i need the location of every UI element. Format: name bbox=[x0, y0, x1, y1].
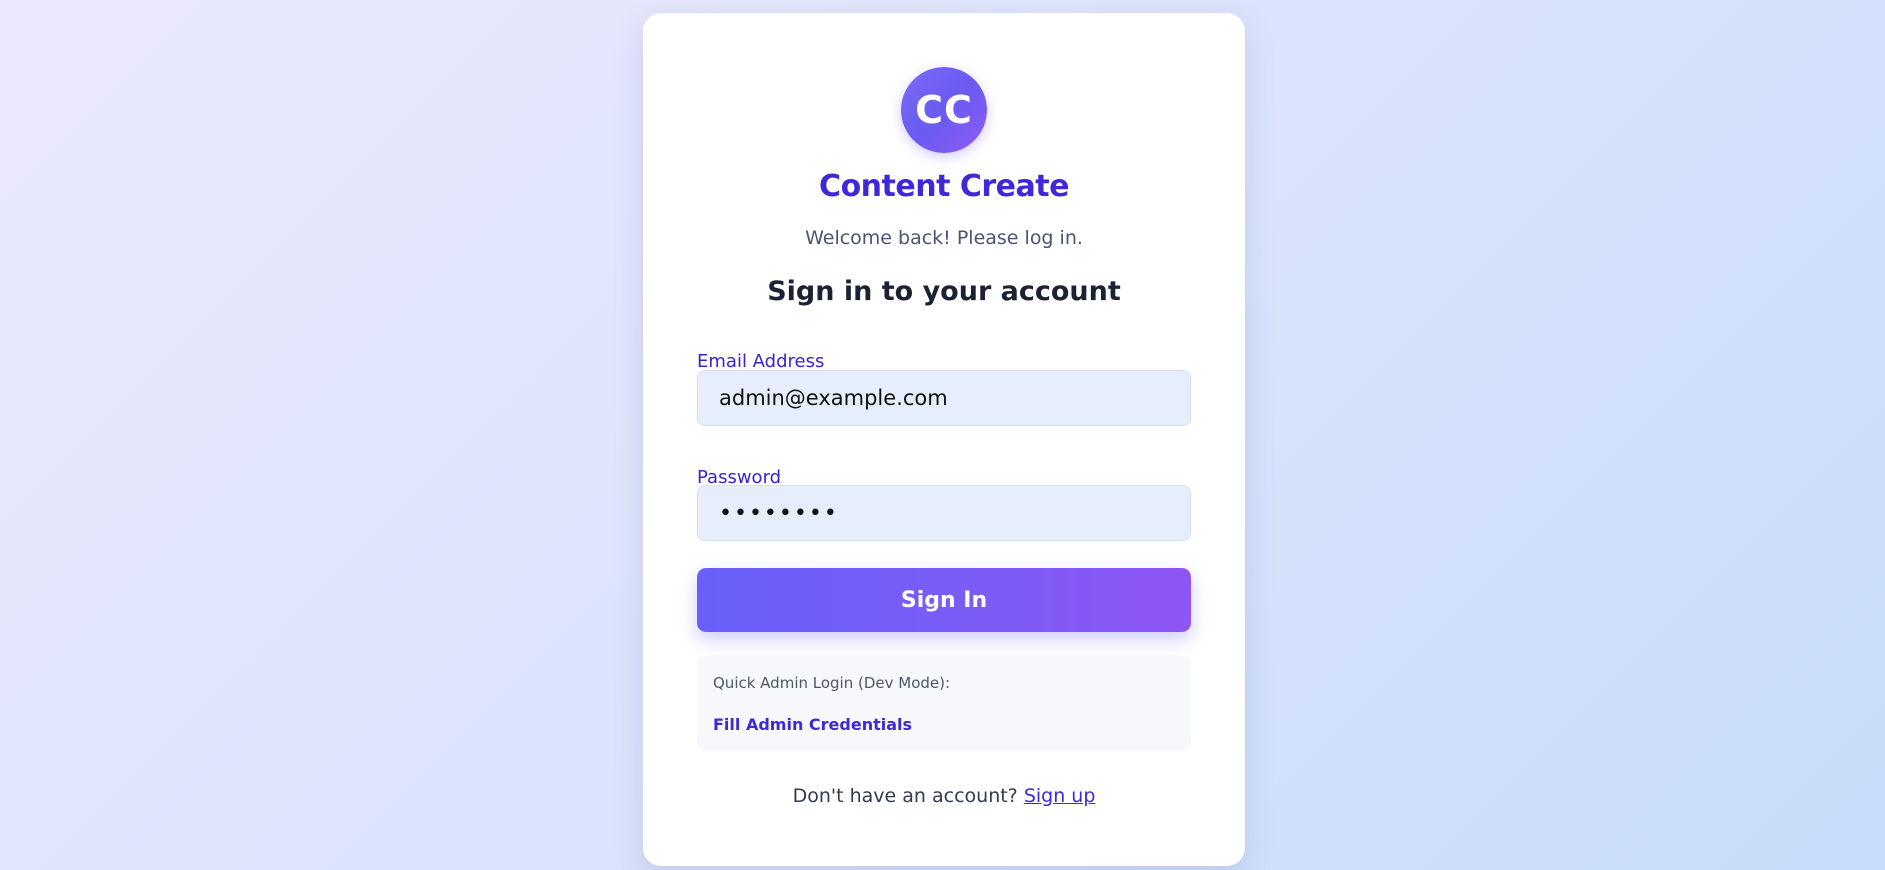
email-value: admin@example.com bbox=[719, 386, 948, 410]
login-card: CC Content Create Welcome back! Please l… bbox=[643, 13, 1245, 866]
password-field[interactable]: •••••••• bbox=[697, 485, 1191, 541]
password-value: •••••••• bbox=[719, 500, 839, 526]
dev-mode-panel: Quick Admin Login (Dev Mode): Fill Admin… bbox=[697, 655, 1191, 751]
sign-in-button[interactable]: Sign In bbox=[697, 568, 1191, 632]
logo-initials: CC bbox=[915, 88, 973, 132]
email-label: Email Address bbox=[697, 351, 825, 372]
signup-prompt: Don't have an account? Sign up bbox=[643, 785, 1245, 807]
signup-link[interactable]: Sign up bbox=[1024, 785, 1096, 807]
welcome-text: Welcome back! Please log in. bbox=[805, 227, 1083, 249]
app-logo: CC bbox=[901, 67, 987, 153]
fill-admin-credentials-link[interactable]: Fill Admin Credentials bbox=[713, 715, 912, 734]
email-field[interactable]: admin@example.com bbox=[697, 370, 1191, 426]
form-heading: Sign in to your account bbox=[767, 276, 1121, 307]
signup-prompt-text: Don't have an account? bbox=[792, 785, 1018, 807]
app-title: Content Create bbox=[819, 169, 1069, 204]
dev-mode-label: Quick Admin Login (Dev Mode): bbox=[713, 674, 951, 692]
